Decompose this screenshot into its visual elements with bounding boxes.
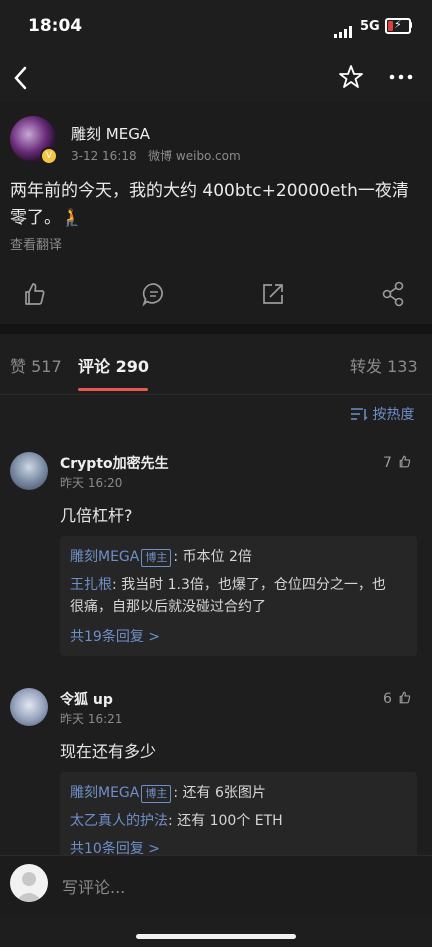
share-icon[interactable] (377, 278, 409, 310)
comment-like-count: 7 (383, 455, 392, 471)
home-indicator (136, 934, 296, 939)
active-tab-indicator (78, 388, 148, 391)
comment-like-count: 6 (383, 691, 392, 707)
comment-text: 几倍杠杆? (60, 506, 133, 525)
commenter-name[interactable]: Crypto加密先生 (60, 453, 169, 473)
comment-icon[interactable] (138, 278, 170, 310)
post-actions (0, 278, 432, 312)
reply-text: : 币本位 2倍 (173, 549, 252, 565)
more-replies-link[interactable]: 共19条回复 > (70, 626, 160, 646)
reply-text: : 还有 100个 ETH (168, 813, 283, 829)
author-name[interactable]: 雕刻 MEGA (71, 123, 150, 144)
comment-time: 昨天 16:20 (60, 476, 123, 490)
reply-item: 雕刻MEGA 博主: 还有 6张图片 (70, 782, 407, 804)
translate-link[interactable]: 查看翻译 (10, 234, 62, 253)
comment-time: 昨天 16:21 (60, 712, 123, 726)
comment-input[interactable]: 写评论... (62, 874, 125, 898)
favorite-star-icon[interactable] (336, 62, 366, 92)
author-tag: 博主 (141, 549, 172, 567)
thumbs-up-icon (400, 691, 411, 704)
comment-text: 现在还有多少 (60, 742, 157, 761)
reply-author[interactable]: 太乙真人的护法 (70, 813, 168, 829)
thumbs-up-icon (400, 455, 411, 468)
reply-item: 太乙真人的护法: 还有 100个 ETH (70, 810, 407, 832)
repost-icon[interactable] (257, 278, 289, 310)
reply-item: 王扎根: 我当时 1.3倍，也爆了，仓位四分之一，也很痛，自那以后就没碰过合约了 (70, 574, 390, 618)
commenter-avatar[interactable] (10, 452, 48, 490)
reply-box: 雕刻MEGA 博主: 币本位 2倍 王扎根: 我当时 1.3倍，也爆了，仓位四分之… (60, 536, 417, 656)
comment-like-button[interactable]: 6 (383, 689, 413, 707)
post-source: 微博 weibo.com (148, 149, 241, 163)
signal-icon (334, 19, 354, 38)
author-tag: 博主 (141, 785, 172, 803)
status-time: 18:04 (28, 16, 83, 36)
reply-box: 雕刻MEGA 博主: 还有 6张图片 太乙真人的护法: 还有 100个 ETH 共… (60, 772, 417, 862)
battery-tip (410, 22, 412, 28)
section-divider (0, 324, 432, 334)
tab-reposts[interactable]: 转发 133 (350, 353, 418, 377)
reply-item: 雕刻MEGA 博主: 币本位 2倍 (70, 546, 407, 568)
reply-text: : 还有 6张图片 (173, 785, 266, 801)
reply-author[interactable]: 雕刻MEGA (70, 549, 139, 565)
post-text: 两年前的今天，我的大约 400btc+20000eth一夜清零了。🧎 (10, 181, 409, 228)
commenter-name[interactable]: 令狐 up (60, 689, 113, 709)
battery-icon: ⚡ (385, 18, 411, 34)
sort-label: 按热度 (372, 407, 415, 423)
comment-like-button[interactable]: 7 (383, 453, 413, 471)
back-icon[interactable] (8, 62, 40, 94)
network-type: 5G (360, 19, 380, 34)
post-meta: 3-12 16:18 微博 weibo.com (71, 147, 241, 164)
like-icon[interactable] (18, 278, 50, 310)
tab-divider (0, 394, 432, 395)
tab-likes[interactable]: 赞 517 (10, 353, 62, 377)
user-avatar[interactable] (10, 864, 48, 902)
status-bar: 18:04 5G ⚡ (0, 0, 432, 52)
verified-badge-icon: V (40, 147, 58, 165)
reply-text: : 我当时 1.3倍，也爆了，仓位四分之一，也很痛，自那以后就没碰过合约了 (70, 577, 386, 615)
sort-button[interactable]: 按热度 (350, 404, 414, 424)
reply-author[interactable]: 王扎根 (70, 577, 112, 593)
sort-icon (351, 408, 368, 421)
commenter-avatar[interactable] (10, 688, 48, 726)
reply-author[interactable]: 雕刻MEGA (70, 785, 139, 801)
more-icon[interactable] (386, 62, 416, 92)
post-date: 3-12 16:18 (71, 149, 137, 163)
tab-comments[interactable]: 评论 290 (78, 353, 149, 377)
